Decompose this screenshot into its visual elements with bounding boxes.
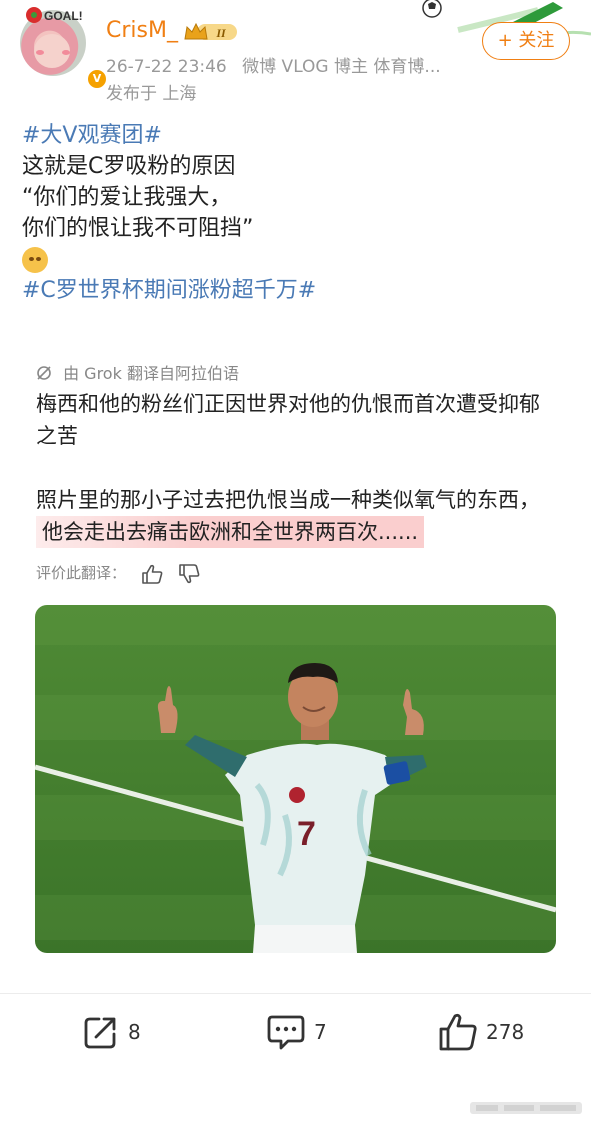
comment-icon bbox=[267, 1015, 305, 1050]
follow-button[interactable]: + 关注 bbox=[482, 22, 570, 60]
watermark bbox=[470, 1102, 582, 1114]
divider bbox=[0, 993, 591, 994]
share-icon bbox=[84, 1017, 116, 1049]
grok-icon bbox=[37, 366, 51, 380]
avatar-blush bbox=[36, 50, 44, 55]
translation-paragraph: 照片里的那小子过去把仇恨当成一种类似氧气的东西， 他会走出去痛击欧洲和全世界两百次… bbox=[36, 484, 556, 548]
post-image[interactable]: 7 bbox=[35, 605, 556, 953]
comment-count: 7 bbox=[314, 1020, 327, 1044]
emoji-row bbox=[22, 244, 572, 275]
post-timestamp: 26-7-22 23:46 bbox=[106, 57, 227, 77]
translation-source-label: 由 Grok 翻译自阿拉伯语 bbox=[63, 364, 239, 383]
translation-paragraph: 梅西和他的粉丝们正因世界对他的仇恨而首次遭受抑郁之苦 bbox=[36, 392, 540, 448]
translation-source: 由 Grok 翻译自阿拉伯语 bbox=[36, 360, 239, 384]
post-line: 你们的恨让我不可阻挡” bbox=[22, 216, 254, 241]
post-location: 发布于 上海 bbox=[106, 84, 197, 104]
translated-text: 梅西和他的粉丝们正因世界对他的仇恨而首次遭受抑郁之苦 照片里的那小子过去把仇恨当… bbox=[36, 388, 556, 548]
member-level-badge-icon: II bbox=[184, 22, 237, 40]
goal-sticker-icon: GOAL! bbox=[26, 7, 83, 23]
post-meta: 26-7-22 23:46 微博 VLOG 博主 体育博... bbox=[106, 52, 441, 77]
rate-translation: 评价此翻译： bbox=[36, 562, 200, 584]
post-source: 微博 VLOG 博主 体育博... bbox=[242, 57, 441, 77]
goal-sticker-text: GOAL! bbox=[44, 9, 83, 23]
post-line: “你们的爱让我强大， bbox=[22, 185, 232, 210]
rate-translation-label: 评价此翻译： bbox=[36, 564, 127, 582]
like-count: 278 bbox=[486, 1020, 525, 1044]
share-count: 8 bbox=[128, 1020, 141, 1044]
thumbs-up-icon[interactable] bbox=[141, 564, 163, 584]
highlighted-translation-text: 他会走出去痛击欧洲和全世界两百次...... bbox=[36, 516, 425, 548]
jersey-number: 7 bbox=[297, 815, 316, 853]
post-line: 这就是C罗吸粉的原因 bbox=[22, 154, 236, 179]
member-level-text: II bbox=[215, 26, 227, 40]
avatar[interactable]: GOAL! V bbox=[20, 7, 108, 90]
share-button[interactable]: 8 bbox=[82, 1010, 141, 1054]
verified-badge: V bbox=[86, 68, 108, 90]
hashtag-link[interactable]: #C罗世界杯期间涨粉超千万# bbox=[22, 275, 572, 306]
like-button[interactable]: 278 bbox=[438, 1010, 524, 1054]
like-icon bbox=[439, 1013, 477, 1051]
football-player-photo: 7 bbox=[35, 605, 556, 953]
thumbs-down-icon[interactable] bbox=[178, 563, 200, 584]
username[interactable]: CrisM_ bbox=[106, 18, 178, 43]
pleading-face-emoji-icon bbox=[22, 247, 48, 273]
comment-button[interactable]: 7 bbox=[266, 1010, 327, 1054]
hashtag-link[interactable]: #大V观赛团# bbox=[22, 120, 572, 151]
post-body: #大V观赛团# 这就是C罗吸粉的原因 “你们的爱让我强大， 你们的恨让我不可阻挡… bbox=[22, 120, 572, 306]
translation-text: 照片里的那小子过去把仇恨当成一种类似氧气的东西， bbox=[36, 488, 540, 512]
avatar-blush bbox=[62, 50, 70, 55]
